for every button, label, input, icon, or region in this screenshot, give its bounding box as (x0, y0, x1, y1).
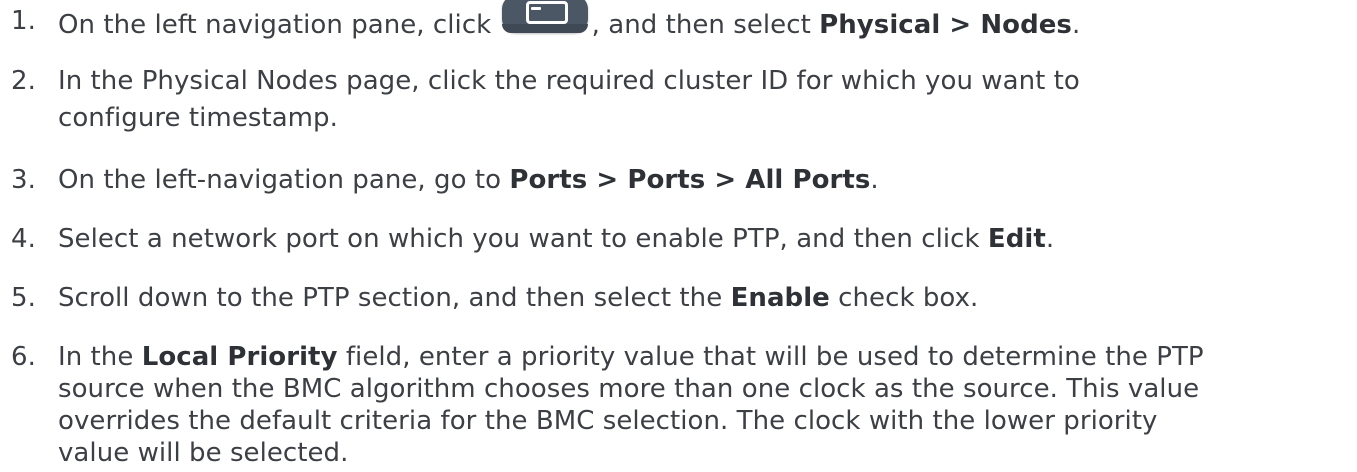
step-number: 4. (11, 224, 36, 254)
step-text: Select a network port on which you want … (58, 224, 1055, 254)
step-text-line-2: configure timestamp. (58, 103, 338, 133)
ui-field-name: Local Priority (141, 342, 338, 372)
step-text: On the left navigation pane, click , and… (58, 0, 1080, 44)
server-icon (500, 0, 592, 33)
step-text: On the left-navigation pane, go to Ports… (58, 165, 879, 195)
step-text-line-1: In the Physical Nodes page, click the re… (58, 66, 1080, 96)
step-number: 3. (11, 165, 36, 195)
ui-path: Ports > Ports > All Ports (509, 165, 871, 195)
step-text-line-4: value will be selected. (58, 438, 349, 468)
ui-path: Physical > Nodes (819, 10, 1072, 40)
step-number: 6. (11, 342, 36, 372)
step-number: 2. (11, 66, 36, 96)
ui-checkbox-name: Enable (730, 283, 830, 313)
ui-button-name: Edit (987, 224, 1046, 254)
step-text: Scroll down to the PTP section, and then… (58, 283, 979, 313)
step-number: 5. (11, 283, 36, 313)
step-number: 1. (11, 6, 36, 36)
